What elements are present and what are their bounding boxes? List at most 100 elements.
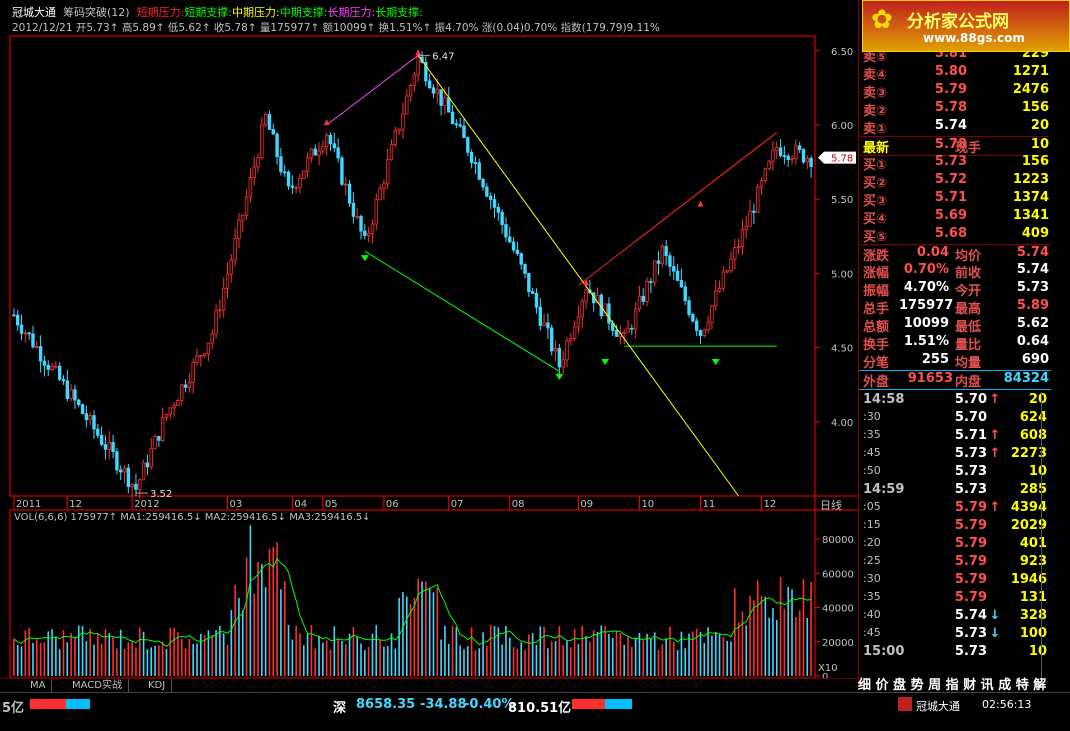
- candle-body: [279, 156, 283, 173]
- candle-body: [641, 295, 645, 302]
- order-label: 买②: [863, 176, 888, 191]
- candle-body: [99, 434, 104, 445]
- stat-label: 均量: [955, 356, 982, 371]
- candle-body: [92, 415, 96, 430]
- y-tick-label: 4.00: [831, 418, 853, 429]
- stat-value: 5.74: [1016, 245, 1049, 260]
- order-row[interactable]: 买③ 5.71 1374: [859, 190, 1049, 209]
- candle-body: [355, 215, 359, 218]
- tick-price: 5.79: [954, 536, 987, 551]
- y-tick-label: 4.50: [831, 344, 853, 355]
- period-label[interactable]: 日线: [820, 497, 842, 513]
- tick-time: :45: [863, 446, 881, 459]
- kline-svg[interactable]: 6.473.525.78 6.50 6.00 5.50 5.00 4.50 4.00 20…: [0, 0, 858, 690]
- legend-item: 长期支撑:: [375, 6, 423, 19]
- tick-row[interactable]: :35 5.79 131: [859, 590, 1051, 608]
- tab-macd[interactable]: MACD实战: [66, 679, 129, 693]
- order-row[interactable]: 买⑤ 5.68 409: [859, 226, 1049, 245]
- candle-body: [237, 219, 241, 240]
- tick-time: :35: [863, 428, 881, 441]
- candle-body: [508, 236, 512, 243]
- tick-scrollbar[interactable]: [1041, 392, 1052, 682]
- stat-value: 10099: [903, 316, 949, 331]
- candle-body: [180, 384, 184, 401]
- candle-body: [542, 322, 546, 326]
- candle-body: [557, 348, 562, 368]
- order-row[interactable]: 卖① 5.74 20: [859, 118, 1049, 137]
- tick-row[interactable]: :40 5.74 ↓ 328: [859, 608, 1051, 626]
- taskbar-app-icon[interactable]: [898, 697, 912, 711]
- order-label: 买⑤: [863, 230, 888, 245]
- order-row[interactable]: 卖② 5.78 156: [859, 100, 1049, 119]
- tick-row[interactable]: :50 5.73 10: [859, 464, 1051, 482]
- tick-price: 5.73: [954, 482, 987, 497]
- tick-row[interactable]: :30 5.70 624: [859, 410, 1051, 428]
- candle-body: [637, 295, 642, 310]
- candle-body: [290, 185, 295, 188]
- candle-body: [725, 270, 729, 273]
- tick-time: :40: [863, 608, 881, 621]
- candle-body: [538, 306, 542, 326]
- tick-row[interactable]: :30 5.79 1946: [859, 572, 1051, 590]
- order-volume: 1223: [1012, 172, 1049, 187]
- stat-label: 分笔: [863, 356, 890, 371]
- candle-body: [790, 158, 794, 161]
- tick-volume: 608: [1019, 428, 1047, 443]
- candle-body: [370, 223, 375, 234]
- index-value: 8658.35: [356, 697, 416, 712]
- candle-body: [488, 195, 493, 200]
- tick-row[interactable]: :05 5.79 ↑ 4394: [859, 500, 1051, 518]
- order-row[interactable]: 卖③ 5.79 2476: [859, 82, 1049, 101]
- order-label: 买③: [863, 194, 888, 209]
- order-row[interactable]: 买② 5.72 1223: [859, 172, 1049, 191]
- candle-body: [233, 238, 237, 261]
- tick-time: :45: [863, 626, 881, 639]
- taskbar-item[interactable]: 冠城大通: [916, 698, 960, 714]
- order-price: 5.72: [934, 172, 967, 187]
- candle-body: [702, 329, 706, 337]
- tab-kdj[interactable]: KDJ: [142, 679, 173, 693]
- tick-row[interactable]: 14:58 5.70 ↑ 20: [859, 392, 1051, 410]
- order-row[interactable]: 买① 5.73 156: [859, 154, 1049, 173]
- candle-body: [153, 435, 157, 450]
- stat-value: 5.73: [1016, 280, 1049, 295]
- tick-row[interactable]: 14:59 5.73 285: [859, 482, 1051, 500]
- tick-time: :25: [863, 554, 881, 567]
- candle-body: [107, 441, 111, 450]
- stat-label: 涨幅: [863, 266, 890, 281]
- tick-row[interactable]: :15 5.79 2029: [859, 518, 1051, 536]
- tick-price: 5.71: [954, 428, 987, 443]
- tick-row[interactable]: :45 5.73 ↓ 100: [859, 626, 1051, 644]
- chart-header-line1: 冠城大通 筹码突破(12) 短期压力:短期支撑:中期压力:中期支撑:长期压力:长…: [12, 4, 423, 20]
- order-volume: 1374: [1012, 190, 1049, 205]
- candle-body: [694, 320, 699, 331]
- candle-body: [324, 134, 329, 148]
- tick-row[interactable]: 15:00 5.73 10: [859, 644, 1051, 662]
- tick-time: 14:58: [863, 392, 905, 407]
- candle-body: [435, 89, 439, 94]
- candle-body: [283, 171, 287, 174]
- price-panel-border: [9, 35, 816, 497]
- kline-chart-area[interactable]: 6.47 3.52 5.78 6.50 6.00 5.50 5.00 4.50 4.00 20…: [0, 0, 858, 690]
- tick-row[interactable]: :35 5.71 ↑ 608: [859, 428, 1051, 446]
- order-row[interactable]: 买④ 5.69 1341: [859, 208, 1049, 227]
- candle-body: [786, 155, 790, 161]
- tab-ma[interactable]: MA: [24, 679, 53, 693]
- right-side-tabs[interactable]: 细 价 盘 势 周 指 财 讯 成 特 解: [858, 674, 1070, 692]
- tick-row[interactable]: :45 5.73 ↑ 2273: [859, 446, 1051, 464]
- stat-row: 振幅 4.70% 今开 5.73: [859, 280, 1051, 299]
- tick-row[interactable]: :20 5.79 401: [859, 536, 1051, 554]
- legend-item: 中期支撑:: [279, 6, 328, 19]
- stat-row: 分笔 255 均量 690: [859, 352, 1051, 371]
- candle-body: [57, 365, 62, 380]
- candle-body: [614, 330, 619, 337]
- candle-body: [305, 157, 310, 172]
- pressure-marker: [323, 119, 330, 126]
- tick-volume: 401: [1019, 536, 1047, 551]
- tick-price: 5.79: [954, 554, 987, 569]
- stat-label: 前收: [955, 266, 982, 281]
- candle-body: [65, 380, 70, 399]
- candle-body: [176, 400, 180, 406]
- tick-row[interactable]: :25 5.79 923: [859, 554, 1051, 572]
- order-row[interactable]: 卖④ 5.80 1271: [859, 64, 1049, 83]
